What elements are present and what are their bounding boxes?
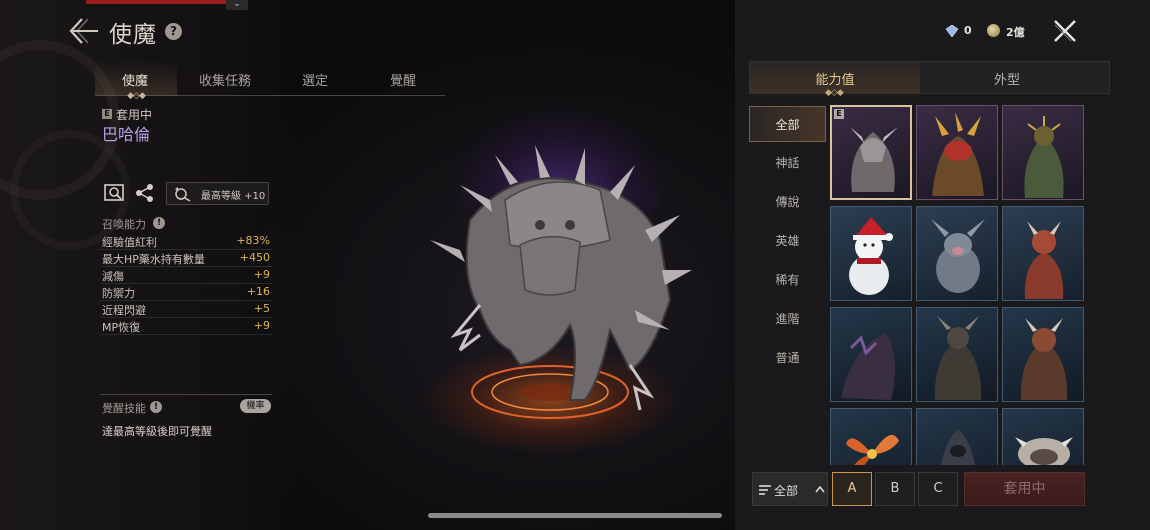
grade-c-button[interactable]: C <box>918 472 958 506</box>
stat-value: +83% <box>236 234 270 247</box>
red-imp-icon <box>1024 221 1064 299</box>
familiar-card[interactable] <box>830 408 912 465</box>
stat-row: 防禦力 +16 <box>100 284 272 301</box>
category-mythic[interactable]: 神話 <box>749 145 826 181</box>
filter-label: 全部 <box>774 484 799 498</box>
category-hero[interactable]: 英雄 <box>749 223 826 259</box>
gold-count: 2億 <box>1006 26 1025 39</box>
home-indicator[interactable] <box>428 513 722 518</box>
tab-selection[interactable]: 選定 <box>275 70 355 89</box>
stat-name: MP恢復 <box>102 321 141 334</box>
category-rare[interactable]: 稀有 <box>749 262 826 298</box>
filter-dropdown[interactable]: 全部 <box>752 472 828 506</box>
stat-value: +9 <box>253 268 270 281</box>
thorn-golem-icon <box>1024 116 1064 198</box>
tab-stats[interactable]: 能力值 <box>750 69 920 88</box>
help-icon[interactable]: ? <box>165 23 182 40</box>
stat-value: +16 <box>246 285 270 298</box>
equipped-badge: E <box>102 109 112 119</box>
category-all[interactable]: 全部 <box>749 106 826 142</box>
gold-coin-icon <box>987 24 1000 37</box>
stat-name: 最大HP藥水持有數量 <box>102 253 205 266</box>
chevron-up-icon <box>815 485 825 493</box>
probability-button[interactable]: 機率 <box>240 399 271 413</box>
grade-a-button[interactable]: A <box>832 472 872 506</box>
familiar-grid: E <box>828 103 1086 465</box>
encyclopedia-button[interactable] <box>103 182 127 204</box>
apply-button[interactable]: 套用中 <box>964 472 1085 506</box>
familiar-card[interactable] <box>1002 206 1084 301</box>
stat-name: 減傷 <box>102 270 124 283</box>
familiar-card[interactable] <box>1002 307 1084 402</box>
hooded-figure-icon <box>941 429 975 465</box>
armored-beast-icon <box>850 127 898 192</box>
max-level-button[interactable]: 最高等級 +10 <box>166 182 269 205</box>
shadow-claw-icon <box>841 333 895 400</box>
hp-bar <box>86 0 226 4</box>
stat-value: +450 <box>239 251 270 264</box>
grade-b-button[interactable]: B <box>875 472 915 506</box>
familiar-card[interactable]: E <box>830 105 912 200</box>
winged-pig-icon <box>931 219 985 293</box>
stat-name: 經驗值紅利 <box>102 236 157 249</box>
info-icon[interactable]: ! <box>150 401 162 413</box>
stat-row: 經驗值紅利 +83% <box>100 233 272 250</box>
awaken-skill-label: 覺醒技能 <box>102 402 146 415</box>
stat-row: 最大HP藥水持有數量 +450 <box>100 250 272 267</box>
equipped-badge: E <box>834 109 844 119</box>
main-tabs: 使魔 收集任務 選定 覺醒 ◆◇◆ <box>95 60 445 101</box>
chevron-down-icon[interactable]: ⌄ <box>226 0 248 10</box>
share-button[interactable] <box>133 182 157 204</box>
bone-beast-icon <box>1015 437 1073 465</box>
familiar-card[interactable] <box>916 105 998 200</box>
armored-beast-icon <box>430 145 692 419</box>
tab-ornament-icon: ◆◇◆ <box>127 91 146 101</box>
category-legendary[interactable]: 傳說 <box>749 184 826 220</box>
familiar-name: 巴哈倫 <box>102 125 151 144</box>
filter-icon <box>759 485 771 495</box>
familiar-card[interactable] <box>830 307 912 402</box>
tab-awaken[interactable]: 覺醒 <box>363 70 443 89</box>
stat-row: 近程閃避 +5 <box>100 301 272 318</box>
max-level-label: 最高等級 +10 <box>201 191 266 202</box>
back-button[interactable] <box>68 16 100 46</box>
page-title: 使魔 <box>109 22 157 48</box>
fire-flower-icon <box>846 434 899 465</box>
right-tabs: 能力值 外型 ◆◇◆ <box>749 61 1110 98</box>
gem-count: 0 <box>964 24 972 37</box>
book-search-icon <box>104 184 124 201</box>
stat-row: 減傷 +9 <box>100 267 272 284</box>
tab-appearance[interactable]: 外型 <box>922 69 1092 88</box>
stat-name: 近程閃避 <box>102 304 146 317</box>
stat-value: +5 <box>253 302 270 315</box>
familiar-card[interactable] <box>830 206 912 301</box>
category-common[interactable]: 普通 <box>749 340 826 376</box>
familiar-card[interactable] <box>916 206 998 301</box>
tab-collection-quest[interactable]: 收集任務 <box>185 70 265 89</box>
summon-stats-label: 召喚能力 <box>102 218 146 231</box>
close-icon <box>1054 20 1076 42</box>
dark-knight-icon <box>934 316 982 400</box>
back-arrow-icon <box>69 18 98 44</box>
creature-search-icon <box>175 187 191 202</box>
share-icon <box>136 184 153 202</box>
familiar-card[interactable] <box>916 408 998 465</box>
familiar-card[interactable] <box>1002 408 1084 465</box>
snowman-icon <box>849 217 893 295</box>
tab-familiar[interactable]: 使魔 <box>95 70 175 89</box>
stat-row: MP恢復 +9 <box>100 318 272 335</box>
close-button[interactable] <box>1052 18 1078 44</box>
info-icon[interactable]: ! <box>153 217 165 229</box>
fire-dragon-icon <box>932 112 984 196</box>
familiar-card[interactable] <box>1002 105 1084 200</box>
awaken-note: 達最高等級後即可覺醒 <box>102 425 212 438</box>
red-ogre-icon <box>1020 318 1068 400</box>
stat-name: 防禦力 <box>102 287 135 300</box>
diamond-icon <box>946 25 958 37</box>
category-advanced[interactable]: 進階 <box>749 301 826 337</box>
stat-value: +9 <box>253 319 270 332</box>
familiar-card[interactable] <box>916 307 998 402</box>
divider <box>100 394 272 395</box>
tab-ornament-icon: ◆◇◆ <box>825 88 844 98</box>
